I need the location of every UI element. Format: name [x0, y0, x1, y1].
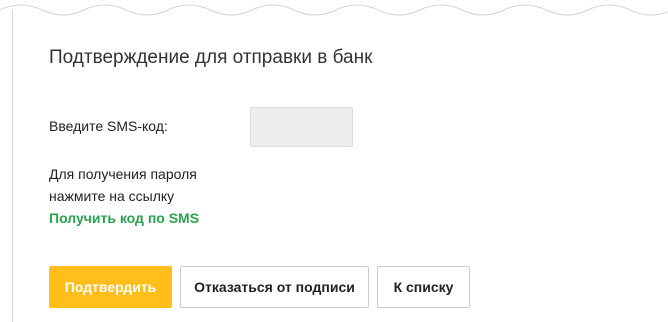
- torn-paper-edge: [0, 4, 668, 16]
- hint-line-2: нажмите на ссылку: [49, 188, 175, 204]
- panel-left-border: [12, 10, 13, 322]
- back-to-list-button[interactable]: К списку: [377, 266, 470, 308]
- get-sms-code-link[interactable]: Получить код по SMS: [49, 207, 199, 229]
- refuse-signature-button[interactable]: Отказаться от подписи: [180, 266, 369, 308]
- sms-code-input[interactable]: [250, 107, 353, 147]
- signature-confirmation-panel: Подтверждение для отправки в банк Введит…: [0, 0, 668, 322]
- sms-hint: Для получения пароля нажмите на ссылку П…: [49, 163, 199, 229]
- confirm-button[interactable]: Подтвердить: [49, 266, 172, 308]
- page-title: Подтверждение для отправки в банк: [49, 47, 373, 68]
- sms-code-label: Введите SMS-код:: [49, 118, 168, 134]
- hint-line-1: Для получения пароля: [49, 166, 197, 182]
